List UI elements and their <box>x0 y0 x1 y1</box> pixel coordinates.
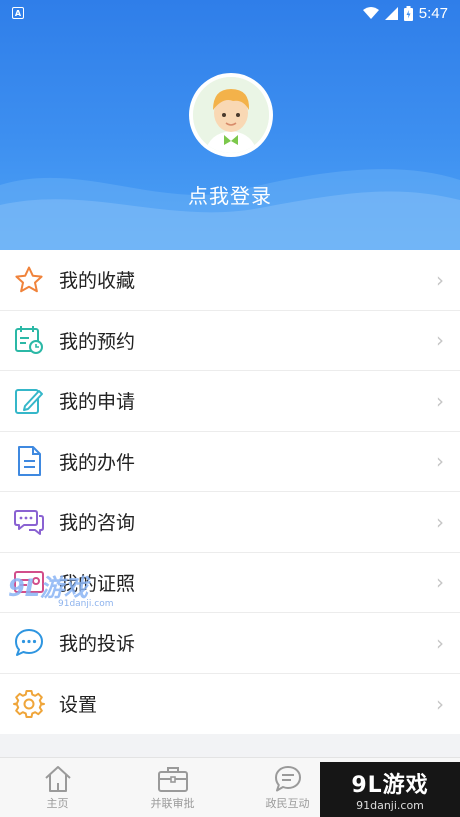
boy-avatar-icon <box>193 77 269 153</box>
star-icon <box>12 263 46 297</box>
calendar-clock-icon <box>12 323 46 357</box>
menu-item-settings[interactable]: 设置 › <box>0 674 460 735</box>
tab-label: 并联审批 <box>150 797 195 810</box>
clock: 5:47 <box>418 4 448 22</box>
menu-label: 我的预约 <box>59 330 136 353</box>
menu-list: 我的收藏 › 我的预约 › 我的申请 › 我的办件 › 我的咨询 › 我的证照 … <box>0 250 460 734</box>
gear-icon <box>12 687 46 721</box>
status-bar: A 5:47 <box>0 0 460 26</box>
tab-label: 政民互动 <box>265 797 310 810</box>
chevron-right-icon: › <box>436 570 444 595</box>
chevron-right-icon: › <box>436 267 444 292</box>
watermark-site: 91danji.com <box>356 799 424 812</box>
watermark-brand: 9L游戏 <box>351 773 429 798</box>
watermark-site: 91danji.com <box>58 599 114 609</box>
tab-home[interactable]: 主页 <box>0 758 115 817</box>
briefcase-icon <box>157 767 188 792</box>
avatar[interactable] <box>189 73 273 157</box>
battery-icon <box>403 5 413 21</box>
menu-item-complaints[interactable]: 我的投诉 › <box>0 613 460 674</box>
menu-item-cases[interactable]: 我的办件 › <box>0 432 460 492</box>
edit-pen-icon <box>12 384 46 418</box>
menu-item-consultations[interactable]: 我的咨询 › <box>0 492 460 553</box>
login-prompt[interactable]: 点我登录 <box>0 180 460 209</box>
watermark-logo: 9L游戏 91danji.com <box>8 568 113 609</box>
document-icon <box>12 444 46 478</box>
chevron-right-icon: › <box>436 449 444 474</box>
chat-bubbles-icon <box>12 505 46 539</box>
menu-label: 我的办件 <box>59 451 136 474</box>
watermark-badge: 9L游戏 91danji.com <box>320 762 460 817</box>
chevron-right-icon: › <box>436 328 444 353</box>
menu-label: 我的投诉 <box>59 633 136 656</box>
chevron-right-icon: › <box>436 630 444 655</box>
tab-parallel-approval[interactable]: 并联审批 <box>115 758 230 817</box>
menu-label: 我的申请 <box>59 391 136 414</box>
chevron-right-icon: › <box>436 691 444 716</box>
menu-item-applications[interactable]: 我的申请 › <box>0 371 460 432</box>
menu-item-favorites[interactable]: 我的收藏 › <box>0 250 460 311</box>
wifi-icon <box>362 6 379 19</box>
menu-label: 设置 <box>59 694 98 717</box>
speech-dots-icon <box>12 626 46 660</box>
chat-icon <box>274 766 301 792</box>
menu-label: 我的收藏 <box>59 270 136 293</box>
chevron-right-icon: › <box>436 388 444 413</box>
tab-label: 主页 <box>46 797 69 810</box>
chevron-right-icon: › <box>436 509 444 534</box>
menu-item-appointments[interactable]: 我的预约 › <box>0 311 460 371</box>
watermark-brand: 9L游戏 <box>8 574 88 602</box>
signal-icon <box>384 6 398 20</box>
home-icon <box>44 766 71 792</box>
menu-label: 我的咨询 <box>59 512 136 535</box>
notification-icon: A <box>12 7 24 19</box>
